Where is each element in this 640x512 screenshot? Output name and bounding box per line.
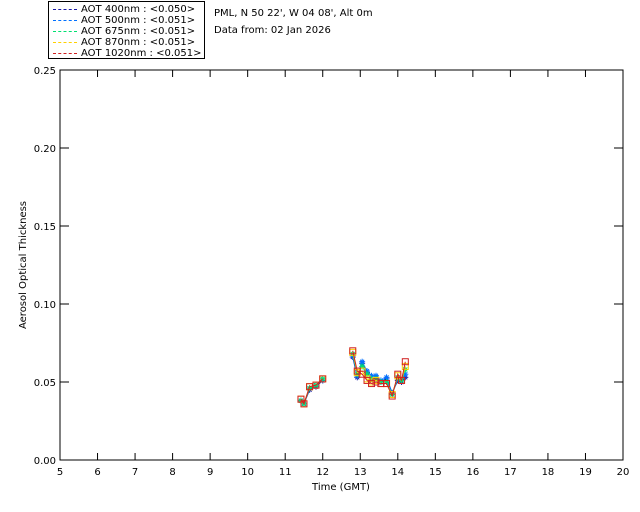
x-tick-label: 19 xyxy=(579,467,592,478)
x-tick-label: 7 xyxy=(132,467,138,478)
aot-chart: 5 6 7 8 9 10 11 12 13 14 15 16 17 18 19 20 0.00 0.05 0.10 0… xyxy=(18,66,630,493)
x-tick-label: 13 xyxy=(354,467,367,478)
x-tick-label: 8 xyxy=(169,467,175,478)
plot-frame xyxy=(59,69,624,461)
x-tick-label: 9 xyxy=(207,467,213,478)
x-tick-label: 14 xyxy=(391,467,404,478)
x-tick-label: 20 xyxy=(617,467,630,478)
x-tick-label: 18 xyxy=(542,467,555,478)
x-tick-label: 12 xyxy=(316,467,329,478)
axes: 5 6 7 8 9 10 11 12 13 14 15 16 17 18 19 20 0.00 0.05 0.10 0… xyxy=(34,66,630,478)
data-marks xyxy=(297,347,409,408)
y-tick-label: 0.25 xyxy=(34,66,56,77)
x-tick-label: 17 xyxy=(504,467,517,478)
x-tick-label: 11 xyxy=(279,467,292,478)
y-tick-label: 0.05 xyxy=(34,378,56,389)
x-tick-label: 5 xyxy=(57,467,63,478)
x-tick-label: 6 xyxy=(94,467,100,478)
y-tick-label: 0.10 xyxy=(34,300,56,311)
x-tick-label: 16 xyxy=(466,467,479,478)
x-tick-label: 10 xyxy=(241,467,254,478)
y-axis-label: Aerosol Optical Thickness xyxy=(18,201,29,329)
y-tick-label: 0.15 xyxy=(34,222,56,233)
x-tick-label: 15 xyxy=(429,467,442,478)
x-axis-label: Time (GMT) xyxy=(311,482,370,493)
y-tick-label: 0.20 xyxy=(34,144,56,155)
y-tick-label: 0.00 xyxy=(34,456,56,467)
